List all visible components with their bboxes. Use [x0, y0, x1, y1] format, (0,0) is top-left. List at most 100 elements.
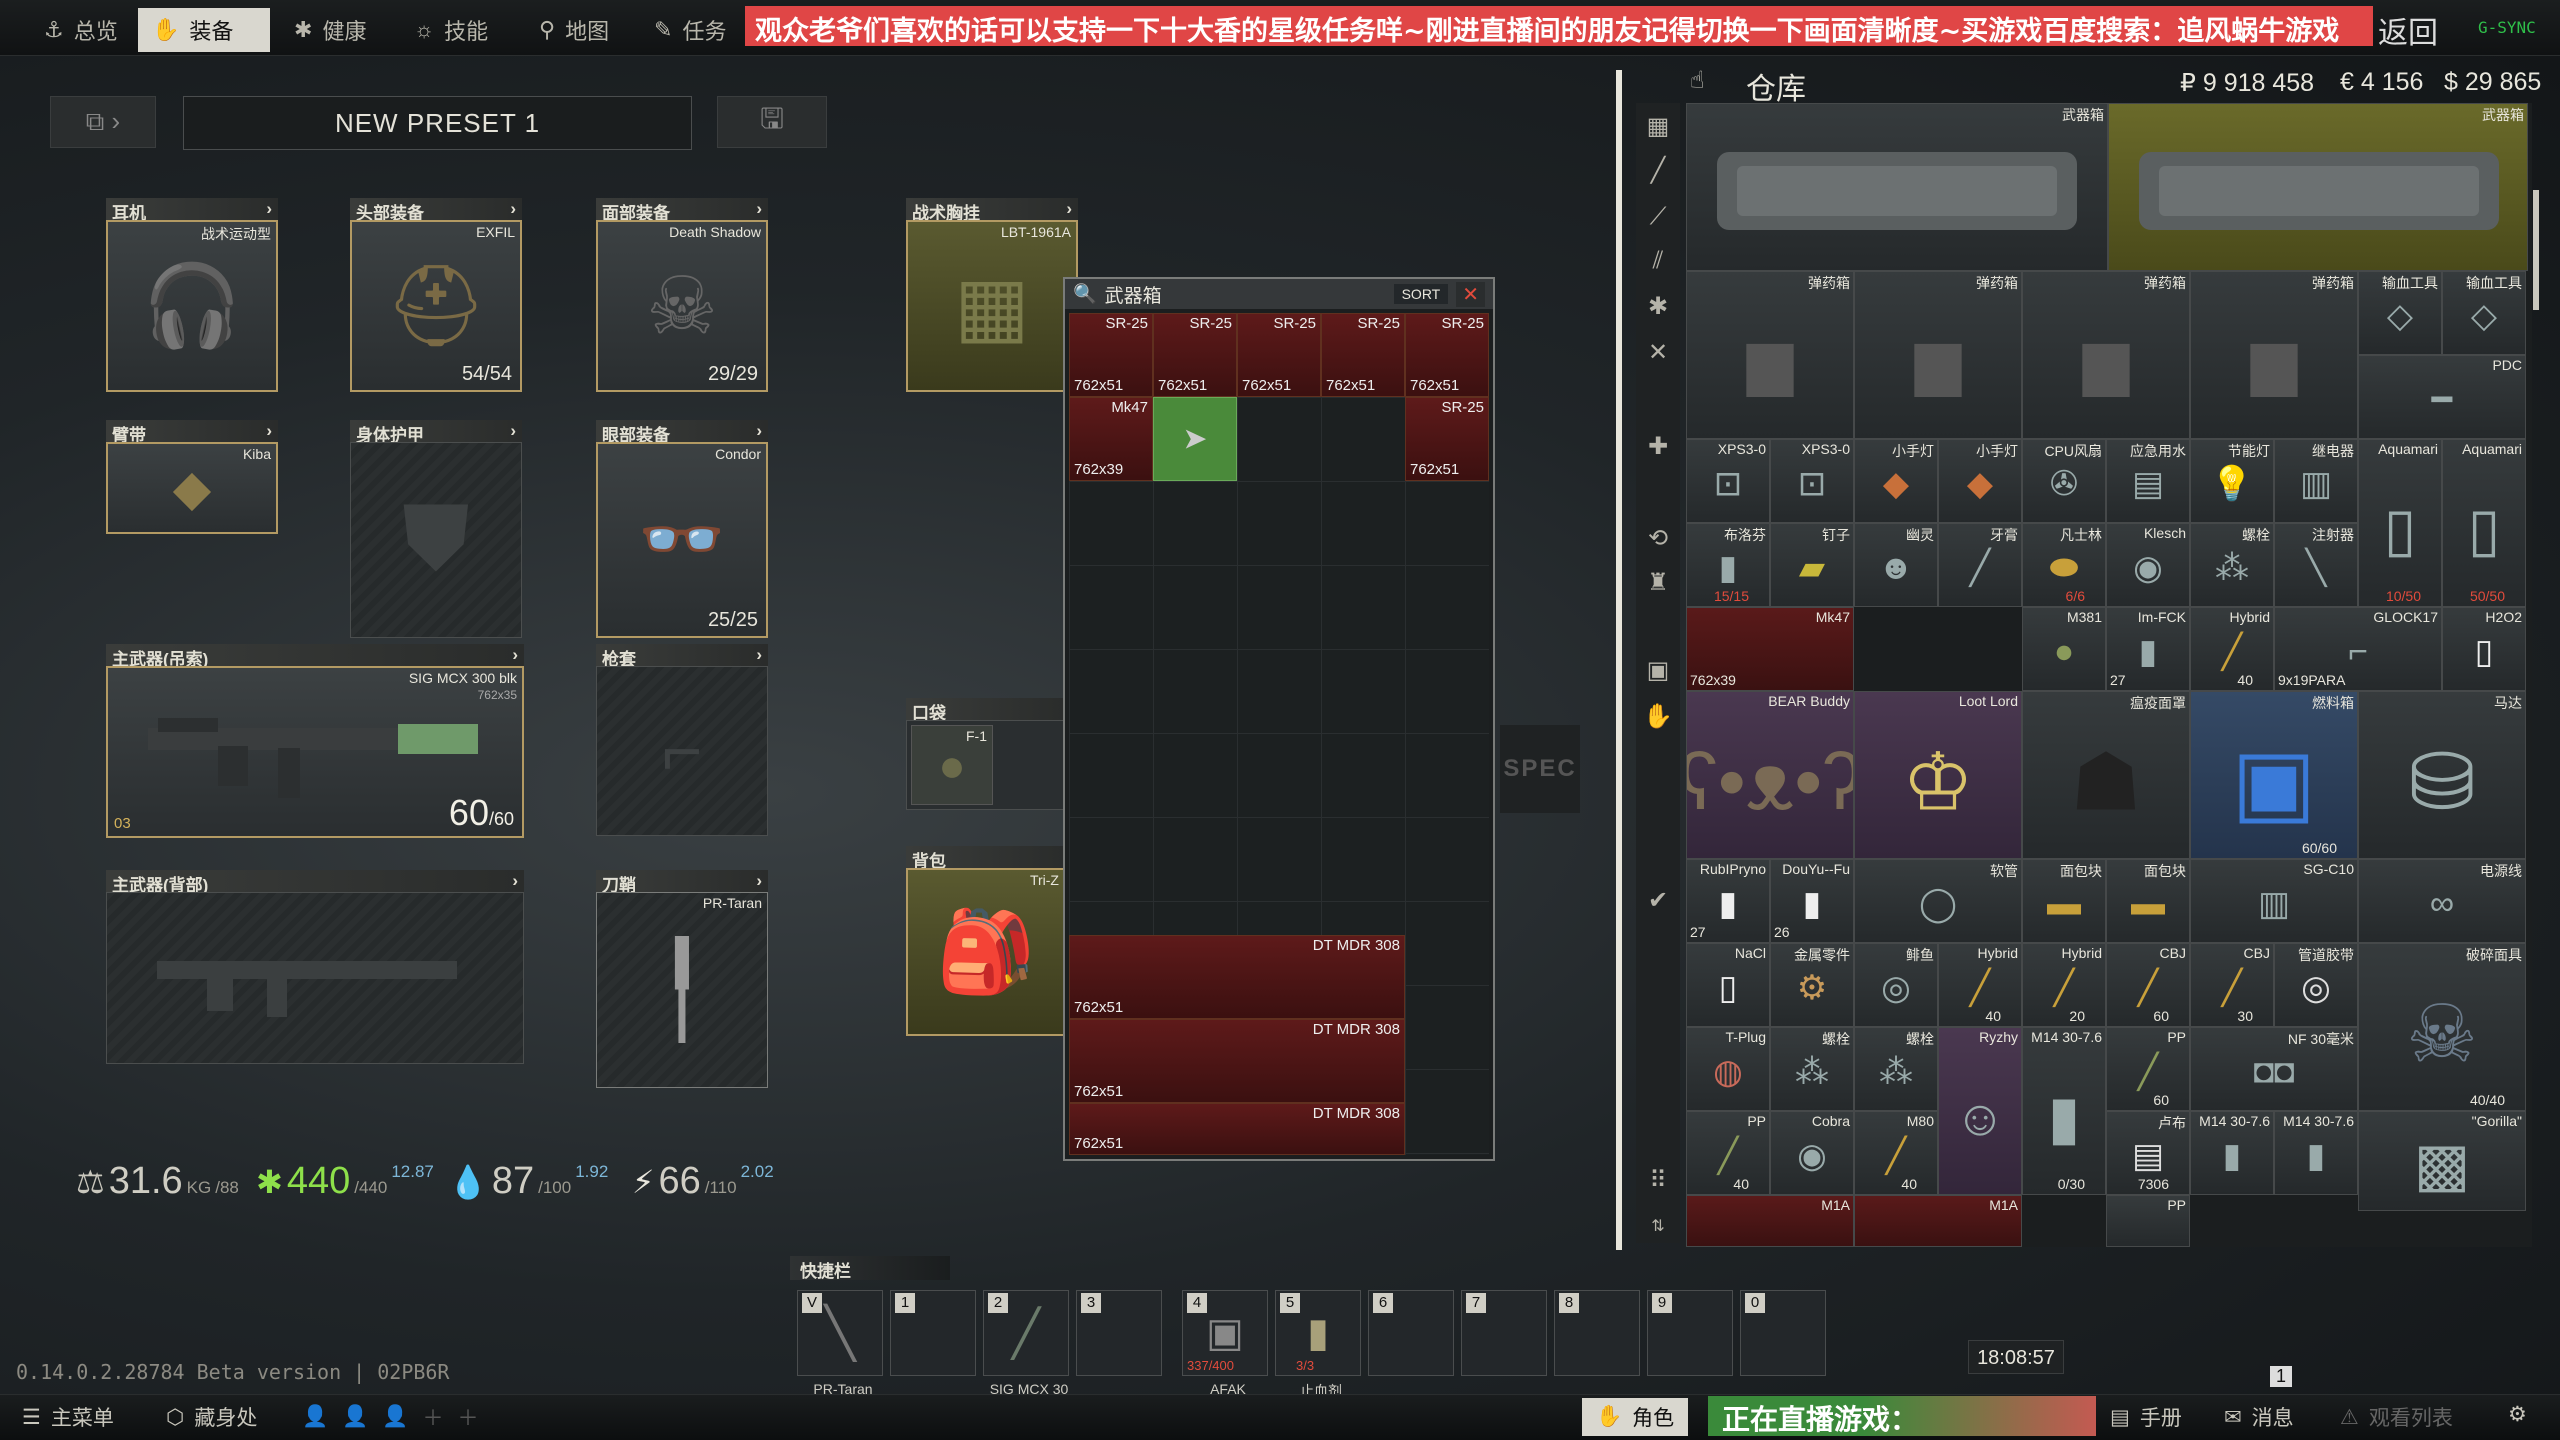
filter-meds-icon[interactable]: ✚: [1640, 429, 1676, 465]
filter-barter-icon[interactable]: ⟲: [1640, 521, 1676, 557]
slot-pockets[interactable]: 口袋 F-1 ●: [906, 698, 1066, 810]
tab-health[interactable]: ✱ 健康: [280, 8, 380, 52]
stash-item[interactable]: 螺栓 ⁂: [2190, 523, 2274, 607]
slot-facecover[interactable]: 面部装备 › Death Shadow ☠ 29/29: [596, 198, 768, 392]
stash-item[interactable]: BEAR Buddy ʕ•ᴥ•ʔ: [1686, 691, 1854, 859]
stash-scrollbar[interactable]: [2533, 190, 2539, 310]
stash-item[interactable]: M14 30-7.6 ▮ 0/30: [2022, 1027, 2106, 1195]
slot-body-armor[interactable]: 身体护甲 › ⛊: [350, 420, 522, 638]
character-button[interactable]: ✋ 角色: [1582, 1398, 1689, 1436]
stash-item[interactable]: Hybrid ╱ 20: [2022, 943, 2106, 1027]
stash-item[interactable]: RubIPryno ▮ 27: [1686, 859, 1770, 943]
settings-button[interactable]: ⚙: [2508, 1402, 2527, 1427]
case-item[interactable]: DT MDR 308 762x51: [1069, 935, 1405, 1019]
stash-item[interactable]: 小手灯 ◆: [1854, 439, 1938, 523]
slot-scabbard[interactable]: 刀鞘 › PR-Taran ╿: [596, 870, 768, 1088]
case-item[interactable]: SR-25 762x51: [1153, 313, 1237, 397]
stash-item[interactable]: M1A: [1686, 1195, 1854, 1247]
stash-item[interactable]: NaCl ▯: [1686, 943, 1770, 1027]
tab-map[interactable]: ⚲ 地图: [525, 8, 623, 52]
quickbar-slot[interactable]: 7: [1461, 1290, 1547, 1376]
case-item[interactable]: SR-25 762x51: [1405, 313, 1489, 397]
messages-button[interactable]: ✉ 消息: [2224, 1402, 2294, 1432]
stash-grid[interactable]: 武器箱 武器箱 弹药箱 ▆ 弹药箱 ▆ 弹药箱 ▆ 弹药箱 ▆ 输血工具 ◇ 输血工具 ◇ …: [1686, 103, 2532, 1247]
stash-item[interactable]: 牙膏 ╱: [1938, 523, 2022, 607]
slot-tactical-rig[interactable]: 战术胸挂 › LBT-1961A ▦: [906, 198, 1078, 392]
stash-item[interactable]: 弹药箱 ▆: [1686, 271, 1854, 439]
stash-item[interactable]: 节能灯 💡: [2190, 439, 2274, 523]
stash-item[interactable]: 破碎面具 ☠ 40/40: [2358, 943, 2526, 1111]
stash-item[interactable]: XPS3-0 ⊡: [1686, 439, 1770, 523]
stash-item[interactable]: 金属零件 ⚙: [1770, 943, 1854, 1027]
stash-item[interactable]: M381 ●: [2022, 607, 2106, 691]
main-menu-button[interactable]: ☰ 主菜单: [22, 1402, 114, 1432]
quickbar-slot[interactable]: 0: [1740, 1290, 1826, 1376]
stash-item[interactable]: M14 30-7.6 ▮: [2274, 1111, 2358, 1195]
stash-item[interactable]: 注射器 ╲: [2274, 523, 2358, 607]
filter-knife-icon[interactable]: ⟋: [1640, 199, 1676, 235]
slot-armband[interactable]: 臂带 › Kiba ◆: [106, 420, 278, 534]
stash-item[interactable]: Im-FCK ▮ 27: [2106, 607, 2190, 691]
preset-copy-button[interactable]: ⧉ ›: [50, 96, 156, 148]
close-icon[interactable]: ✕: [1456, 281, 1485, 307]
grid-view-icon[interactable]: ⠿: [1640, 1163, 1676, 1199]
stash-item[interactable]: 弹药箱 ▆: [2022, 271, 2190, 439]
stash-item[interactable]: CPU风扇 ✇: [2022, 439, 2106, 523]
squad-slots[interactable]: 👤 👤 👤 ＋ ＋: [302, 1402, 478, 1432]
stash-item[interactable]: 面包块 ▬: [2022, 859, 2106, 943]
stash-item[interactable]: Hybrid ╱ 40: [2190, 607, 2274, 691]
stash-item[interactable]: 继电器 ▥: [2274, 439, 2358, 523]
case-item[interactable]: SR-25 762x51: [1069, 313, 1153, 397]
stash-item[interactable]: 燃料箱 ▣ 60/60: [2190, 691, 2358, 859]
tab-gear[interactable]: ✋ 装备: [138, 8, 270, 52]
quickbar-slot[interactable]: 4 ▣ 337/400 AFAK: [1182, 1290, 1268, 1397]
filter-gear-icon[interactable]: ✱: [1640, 289, 1676, 325]
stash-item[interactable]: 面包块 ▬: [2106, 859, 2190, 943]
case-item[interactable]: DT MDR 308 762x51: [1069, 1019, 1405, 1103]
filter-hand-icon[interactable]: ✋: [1640, 699, 1676, 735]
stash-item[interactable]: 管道胶带 ◎: [2274, 943, 2358, 1027]
stash-item[interactable]: M80 ╱ 40: [1854, 1111, 1938, 1195]
stash-item[interactable]: 瘟疫面罩 ☗: [2022, 691, 2190, 859]
stash-item[interactable]: 凡士林 ⬬ 6/6: [2022, 523, 2106, 607]
stash-item[interactable]: "Gorilla" ▩: [2358, 1111, 2526, 1211]
stash-item[interactable]: 弹药箱 ▆: [2190, 271, 2358, 439]
quickbar-slot[interactable]: 8: [1554, 1290, 1640, 1376]
stash-item[interactable]: XPS3-0 ⊡: [1770, 439, 1854, 523]
hideout-button[interactable]: ⬡ 藏身处: [166, 1402, 257, 1432]
stash-item[interactable]: 武器箱: [2108, 103, 2528, 271]
stash-item[interactable]: PP: [2106, 1195, 2190, 1247]
stash-item[interactable]: H2O2 ▯: [2442, 607, 2526, 691]
case-item[interactable]: SR-25 762x51: [1405, 397, 1489, 481]
stash-item[interactable]: Cobra ◉: [1770, 1111, 1854, 1195]
stash-item[interactable]: M14 30-7.6 ▮: [2190, 1111, 2274, 1195]
case-grid[interactable]: SR-25 762x51 SR-25 762x51 SR-25 762x51 SR-2…: [1069, 313, 1489, 1155]
stash-item[interactable]: 武器箱: [1686, 103, 2108, 271]
slot-earpiece[interactable]: 耳机 › 战术运动型 🎧: [106, 198, 278, 392]
stash-item[interactable]: Aquamari ▯ 10/50: [2358, 439, 2442, 607]
stash-item[interactable]: CBJ ╱ 60: [2106, 943, 2190, 1027]
filter-weapons-icon[interactable]: ╱: [1640, 153, 1676, 189]
stash-item[interactable]: Mk47 762x39: [1686, 607, 1854, 691]
watchlist-button[interactable]: ⚠ 观看列表: [2340, 1402, 2453, 1432]
tab-tasks[interactable]: ✎ 任务: [640, 8, 740, 52]
stash-item[interactable]: Loot Lord ♔: [1854, 691, 2022, 859]
quickbar-slot[interactable]: V ╲ PR-Taran: [797, 1290, 883, 1397]
stash-item[interactable]: 应急用水 ▤: [2106, 439, 2190, 523]
stash-item[interactable]: 螺栓 ⁂: [1854, 1027, 1938, 1111]
stash-item[interactable]: Hybrid ╱ 40: [1938, 943, 2022, 1027]
handbook-button[interactable]: ▤ 手册: [2110, 1402, 2182, 1432]
slot-primary-sling[interactable]: 主武器(吊索) › SIG MCX 300 blk 762x35 03 60/60: [106, 644, 524, 838]
quickbar-slot[interactable]: 2 ╱ SIG MCX 30: [983, 1290, 1069, 1397]
filter-tools-icon[interactable]: ✕: [1640, 335, 1676, 371]
stash-item[interactable]: PP ╱ 60: [2106, 1027, 2190, 1111]
weapon-case-window[interactable]: 🔍 武器箱 SORT ✕ SR-25 762x51 SR-25 762x51 SR-…: [1063, 277, 1495, 1161]
stash-item[interactable]: T-Plug ◍: [1686, 1027, 1770, 1111]
slot-eyewear[interactable]: 眼部装备 › Condor 👓 25/25: [596, 420, 768, 638]
stash-item[interactable]: 输血工具 ◇: [2358, 271, 2442, 355]
stash-item[interactable]: 小手灯 ◆: [1938, 439, 2022, 523]
stash-item[interactable]: DouYu--Fu ▮ 26: [1770, 859, 1854, 943]
sort-icon[interactable]: ⇅: [1640, 1209, 1676, 1245]
stash-item[interactable]: 软管 ◯: [1854, 859, 2022, 943]
stash-item[interactable]: 幽灵 ☻: [1854, 523, 1938, 607]
